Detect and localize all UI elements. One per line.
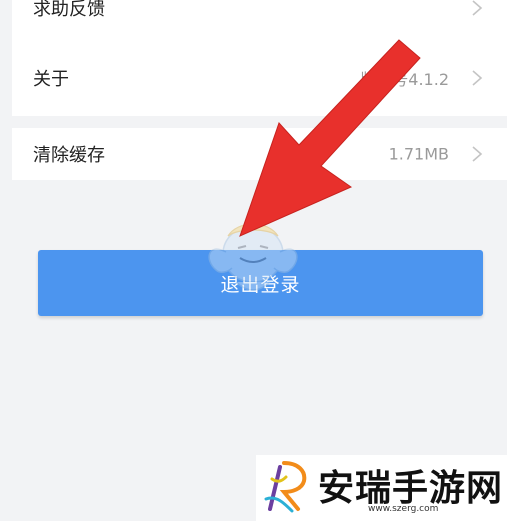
settings-group-top: 求助反馈 关于 版本号4.1.2 <box>12 0 507 116</box>
chevron-right-icon <box>472 0 483 16</box>
cache-size-value: 1.71MB <box>388 144 449 164</box>
logout-button-label: 退出登录 <box>220 273 301 296</box>
logout-button[interactable]: 退出登录 <box>38 250 483 316</box>
settings-page: 求助反馈 关于 版本号4.1.2 清除缓存 1.71MB 退出登录 安瑞手游网 … <box>0 0 507 521</box>
settings-item-feedback[interactable]: 求助反馈 <box>12 0 507 34</box>
settings-group-bottom: 清除缓存 1.71MB <box>12 128 507 180</box>
version-value: 版本号4.1.2 <box>360 70 449 89</box>
settings-item-about[interactable]: 关于 版本号4.1.2 <box>12 52 507 104</box>
site-url: www.szerg.com <box>368 504 439 514</box>
chevron-right-icon <box>472 146 483 162</box>
chevron-right-icon <box>472 70 483 86</box>
settings-item-label: 关于 <box>33 69 69 90</box>
site-logo-icon <box>264 461 307 513</box>
settings-item-label: 求助反馈 <box>33 0 105 20</box>
settings-item-clear-cache[interactable]: 清除缓存 1.71MB <box>12 128 507 180</box>
settings-item-label: 清除缓存 <box>33 145 105 166</box>
site-watermark: 安瑞手游网 www.szerg.com <box>256 455 507 521</box>
